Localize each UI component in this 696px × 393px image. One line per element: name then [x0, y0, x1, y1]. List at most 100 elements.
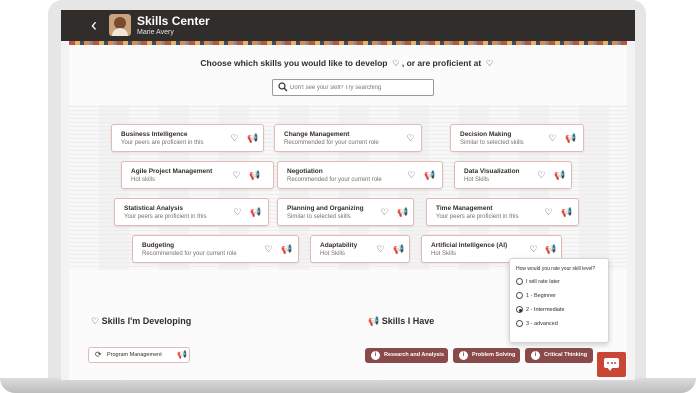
- heart-icon[interactable]: ♡: [231, 170, 242, 181]
- megaphone-icon[interactable]: 📢: [565, 133, 576, 144]
- rating-option-label: I will rate later: [526, 278, 560, 285]
- skill-reason: Hot Skills: [320, 251, 346, 257]
- have-skill-chip[interactable]: i Problem Solving: [453, 348, 520, 363]
- header-bar: ‹ Skills Center Marie Avery: [61, 10, 635, 41]
- skill-name: Budgeting: [142, 242, 175, 249]
- skill-reason: Recommended for your current role: [284, 140, 379, 146]
- skill-reason: Your peers are proficient in this: [124, 214, 207, 220]
- user-name: Marie Avery: [137, 29, 174, 36]
- rating-option[interactable]: 2 - Intermediate: [516, 306, 565, 313]
- developing-skill-chip[interactable]: ⟳ Program Management 📢: [88, 347, 190, 363]
- heart-icon[interactable]: ♡: [547, 133, 558, 144]
- skill-card[interactable]: Business Intelligence Your peers are pro…: [111, 124, 264, 152]
- have-skill-label: Research and Analysis: [384, 352, 445, 358]
- have-skill-label: Critical Thinking: [544, 352, 588, 358]
- skill-name: Negotiation: [287, 168, 323, 175]
- heart-icon[interactable]: ♡: [405, 133, 416, 144]
- prompt-heading: Choose which skills you would like to de…: [69, 58, 627, 69]
- skill-card[interactable]: Time Management Your peers are proficien…: [426, 198, 579, 226]
- developing-section-title: ♡ Skills I'm Developing: [91, 316, 191, 327]
- skill-search[interactable]: [272, 79, 434, 96]
- skill-card[interactable]: Adaptability Hot Skills ♡ 📢: [310, 235, 410, 263]
- heart-icon[interactable]: ♡: [406, 170, 417, 181]
- have-skill-label: Problem Solving: [472, 352, 516, 358]
- megaphone-icon[interactable]: 📢: [554, 170, 565, 181]
- have-skill-chip[interactable]: i Research and Analysis: [365, 348, 448, 363]
- skill-card[interactable]: Decision Making Similar to selected skil…: [450, 124, 584, 152]
- chat-button[interactable]: [597, 352, 626, 377]
- megaphone-icon[interactable]: 📢: [424, 170, 435, 181]
- megaphone-icon[interactable]: 📢: [545, 244, 556, 255]
- heart-icon[interactable]: ♡: [375, 244, 386, 255]
- megaphone-icon[interactable]: 📢: [177, 350, 187, 359]
- rating-question: How would you rate your skill level?: [516, 266, 596, 272]
- avatar[interactable]: [109, 14, 131, 36]
- skill-name: Planning and Organizing: [287, 205, 364, 212]
- developing-title-text: Skills I'm Developing: [101, 316, 192, 326]
- prompt-text-develop: Choose which skills you would like to de…: [200, 58, 388, 68]
- megaphone-icon[interactable]: 📢: [393, 244, 404, 255]
- skill-card[interactable]: Negotiation Recommended for your current…: [277, 161, 443, 189]
- radio-button[interactable]: [516, 292, 523, 299]
- heart-icon[interactable]: ♡: [232, 207, 243, 218]
- skill-reason: Hot Skills: [431, 251, 457, 257]
- heart-icon: ♡: [91, 316, 100, 326]
- heart-icon[interactable]: ♡: [263, 244, 274, 255]
- have-skill-chip[interactable]: i Critical Thinking: [525, 348, 593, 363]
- back-chevron-icon[interactable]: ‹: [91, 14, 97, 36]
- have-title-text: Skills I Have: [381, 316, 435, 326]
- skill-name: Agile Project Management: [131, 168, 213, 175]
- megaphone-icon: 📢: [368, 316, 380, 326]
- laptop-frame: ‹ Skills Center Marie Avery Choose which…: [0, 0, 696, 393]
- skill-name: Statistical Analysis: [124, 205, 184, 212]
- skill-card[interactable]: Budgeting Recommended for your current r…: [132, 235, 299, 263]
- megaphone-icon[interactable]: 📢: [247, 133, 258, 144]
- skill-card[interactable]: Data Visualization Hot Skills ♡ 📢: [454, 161, 572, 189]
- megaphone-icon[interactable]: 📢: [281, 244, 292, 255]
- megaphone-icon[interactable]: 📢: [249, 170, 260, 181]
- info-icon: i: [371, 351, 380, 360]
- skill-card[interactable]: Planning and Organizing Similar to selec…: [277, 198, 414, 226]
- rating-option[interactable]: 1 - Beginner: [516, 292, 556, 299]
- radio-button[interactable]: [516, 320, 523, 327]
- have-section-title: 📢 Skills I Have: [368, 316, 434, 327]
- radio-button-selected[interactable]: [516, 306, 523, 313]
- heart-icon[interactable]: ♡: [528, 244, 539, 255]
- prompt-text-proficient: , or are proficient at: [401, 58, 482, 68]
- skill-name: Artificial Intelligence (AI): [431, 242, 508, 249]
- skill-name: Adaptability: [320, 242, 358, 249]
- rating-option[interactable]: 3 - advanced: [516, 320, 558, 327]
- developing-skill-label: Program Management: [107, 352, 162, 358]
- skill-reason: Similar to selected skills: [460, 140, 524, 146]
- skill-reason: Hot skills: [131, 177, 156, 183]
- skill-name: Business Intelligence: [121, 131, 188, 138]
- megaphone-icon[interactable]: 📢: [397, 207, 408, 218]
- radio-button[interactable]: [516, 278, 523, 285]
- skill-card[interactable]: Statistical Analysis Your peers are prof…: [114, 198, 269, 226]
- skill-name: Data Visualization: [464, 168, 520, 175]
- megaphone-icon[interactable]: 📢: [250, 207, 261, 218]
- chat-bubble-icon: [604, 358, 619, 371]
- skill-reason: Similar to selected skills: [287, 214, 351, 220]
- skill-reason: Hot Skills: [464, 177, 490, 183]
- skill-reason: Recommended for your current role: [287, 177, 382, 183]
- rating-option-label: 2 - Intermediate: [526, 306, 565, 313]
- laptop-base: [0, 378, 696, 393]
- megaphone-icon[interactable]: 📢: [561, 207, 572, 218]
- skill-card[interactable]: Agile Project Management Hot skills ♡ 📢: [121, 161, 274, 189]
- heart-icon[interactable]: ♡: [229, 133, 240, 144]
- rating-option-label: 3 - advanced: [526, 320, 558, 327]
- skill-reason: Your peers are proficient in this: [436, 214, 519, 220]
- heart-icon[interactable]: ♡: [543, 207, 554, 218]
- skill-name: Time Management: [436, 205, 493, 212]
- skill-name: Change Management: [284, 131, 350, 138]
- info-icon: i: [459, 351, 468, 360]
- search-icon: [278, 82, 288, 92]
- skill-name: Decision Making: [460, 131, 512, 138]
- skill-card[interactable]: Change Management Recommended for your c…: [274, 124, 422, 152]
- rating-option[interactable]: I will rate later: [516, 278, 560, 285]
- search-input[interactable]: [290, 82, 430, 94]
- heart-icon[interactable]: ♡: [379, 207, 390, 218]
- page-title: Skills Center: [137, 14, 210, 28]
- heart-icon[interactable]: ♡: [536, 170, 547, 181]
